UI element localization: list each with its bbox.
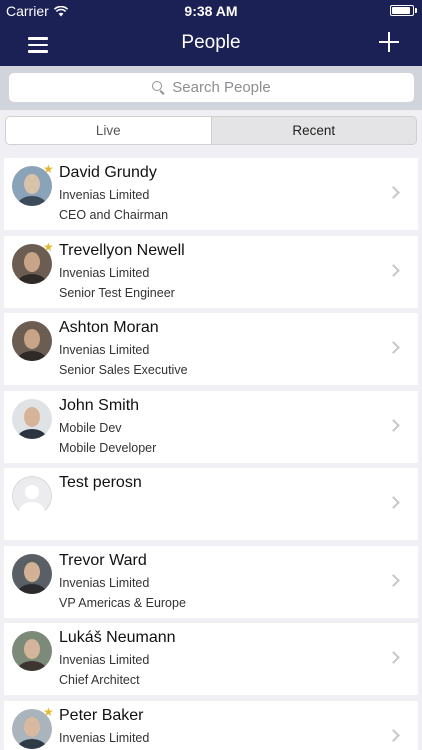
status-time: 9:38 AM [184, 3, 238, 19]
search-input[interactable]: Search People [9, 73, 414, 102]
segment-recent[interactable]: Recent [211, 117, 416, 144]
chevron-right-icon [387, 728, 400, 742]
person-name: David Grundy [59, 164, 157, 181]
person-role: Senior Test Engineer [59, 285, 175, 300]
default-avatar-icon [12, 476, 52, 516]
person-name: Test perosn [59, 474, 142, 491]
chevron-right-icon [387, 573, 400, 587]
chevron-right-icon [387, 496, 400, 509]
segment-live[interactable]: Live [6, 117, 212, 144]
search-placeholder: Search People [172, 79, 271, 96]
person-name: Trevor Ward [59, 551, 147, 569]
person-row[interactable]: ★ Trevellyon Newell Invenias Limited Senior… [4, 235, 418, 308]
person-role: Senior Sales Executive [59, 363, 188, 377]
person-row[interactable]: Lukáš Neumann Invenias Limited Chief Archi… [4, 623, 418, 695]
star-icon: ★ [43, 704, 54, 719]
chevron-right-icon [387, 651, 400, 664]
search-bar: Search People [0, 66, 422, 110]
person-row[interactable]: ★ David Grundy Invenias Limited CEO and Cha… [4, 158, 418, 230]
avatar [12, 553, 52, 594]
chevron-right-icon [387, 186, 400, 199]
search-icon [152, 81, 165, 94]
person-company: Invenias Limited [59, 188, 150, 202]
battery-icon [390, 5, 417, 16]
person-row[interactable]: Ashton Moran Invenias Limited Senior Sales… [4, 313, 418, 385]
person-company: Invenias Limited [59, 343, 150, 357]
status-bar: Carrier 9:38 AM [0, 0, 422, 22]
person-role: Chief Architect [59, 673, 140, 687]
person-name: Ashton Moran [59, 319, 159, 336]
avatar [12, 321, 52, 361]
person-role: VP Americas & Europe [59, 595, 186, 610]
person-company: Mobile Dev [59, 420, 122, 435]
chevron-right-icon [387, 418, 400, 432]
person-name: John Smith [59, 396, 140, 414]
person-company: Invenias Limited [59, 575, 150, 590]
person-row[interactable]: Test perosn [4, 468, 418, 540]
page-title: People [181, 32, 241, 53]
star-icon: ★ [43, 239, 54, 254]
person-company: Invenias Limited [59, 730, 150, 745]
person-name: Trevellyon Newell [59, 241, 185, 259]
chevron-right-icon [387, 263, 400, 277]
person-row[interactable]: John Smith Mobile Dev Mobile Developer [4, 390, 418, 463]
person-name: Peter Baker [59, 706, 144, 724]
add-icon[interactable] [376, 30, 402, 56]
star-icon: ★ [43, 162, 54, 176]
person-company: Invenias Limited [59, 265, 150, 280]
person-name: Lukáš Neumann [59, 629, 176, 646]
avatar [12, 398, 52, 439]
segmented-control: Live Recent [5, 116, 417, 145]
navigation-bar: People [0, 22, 422, 66]
person-company: Invenias Limited [59, 653, 150, 667]
avatar [12, 631, 52, 671]
person-row[interactable]: Trevor Ward Invenias Limited VP Americas &… [4, 545, 418, 618]
person-row[interactable]: ★ Peter Baker Invenias Limited [4, 700, 418, 750]
chevron-right-icon [387, 341, 400, 354]
person-role: CEO and Chairman [59, 208, 169, 222]
person-role: Mobile Developer [59, 440, 157, 455]
